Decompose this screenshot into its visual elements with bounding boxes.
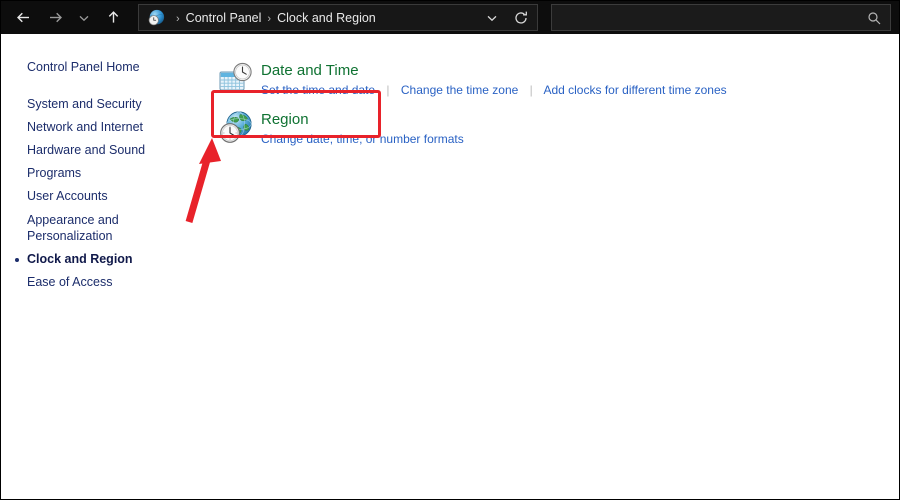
category-links-date-and-time: Set the time and date | Change the time … bbox=[261, 83, 727, 98]
content-area: Control Panel Home System and Security N… bbox=[1, 34, 899, 499]
category-list: Date and Time Set the time and date | Ch… bbox=[201, 34, 899, 499]
sidebar-item-programs[interactable]: Programs bbox=[1, 162, 201, 185]
date-and-time-icon bbox=[219, 62, 252, 91]
search-icon[interactable] bbox=[867, 11, 881, 25]
title-bar: › Control Panel › Clock and Region bbox=[1, 1, 899, 34]
sidebar-item-user-accounts[interactable]: User Accounts bbox=[1, 185, 201, 208]
breadcrumb-item-clock-and-region[interactable]: Clock and Region bbox=[277, 11, 376, 25]
sidebar-item-system-and-security[interactable]: System and Security bbox=[1, 93, 201, 116]
sidebar-item-appearance-and-personalization[interactable]: Appearance and Personalization bbox=[1, 208, 201, 248]
chevron-down-icon[interactable] bbox=[71, 4, 97, 32]
category-links-region: Change date, time, or number formats bbox=[261, 132, 464, 147]
address-bar[interactable]: › Control Panel › Clock and Region bbox=[138, 4, 538, 31]
link-add-clocks-for-different-time-zones[interactable]: Add clocks for different time zones bbox=[543, 83, 726, 97]
sidebar-item-hardware-and-sound[interactable]: Hardware and Sound bbox=[1, 139, 201, 162]
sidebar-item-ease-of-access[interactable]: Ease of Access bbox=[1, 271, 201, 294]
region-globe-clock-icon bbox=[220, 111, 252, 143]
breadcrumb: › Control Panel › Clock and Region bbox=[170, 11, 376, 25]
back-arrow-icon[interactable] bbox=[7, 4, 39, 32]
navigation-buttons bbox=[1, 1, 129, 34]
sidebar: Control Panel Home System and Security N… bbox=[1, 34, 201, 294]
sidebar-item-clock-and-region: Clock and Region bbox=[1, 248, 201, 271]
address-bar-actions bbox=[479, 5, 537, 30]
category-body: Date and Time Set the time and date | Ch… bbox=[261, 61, 727, 98]
sidebar-item-control-panel-home[interactable]: Control Panel Home bbox=[1, 56, 201, 79]
breadcrumb-separator-0: › bbox=[176, 12, 180, 25]
sidebar-item-network-and-internet[interactable]: Network and Internet bbox=[1, 116, 201, 139]
forward-arrow-icon[interactable] bbox=[39, 4, 71, 32]
category-title-region[interactable]: Region bbox=[261, 111, 309, 129]
clock-region-icon bbox=[148, 9, 165, 25]
category-body: Region Change date, time, or number form… bbox=[261, 110, 464, 147]
search-box[interactable] bbox=[551, 4, 891, 31]
refresh-icon[interactable] bbox=[505, 4, 537, 32]
breadcrumb-separator-1: › bbox=[267, 12, 272, 25]
category-region: Region Change date, time, or number form… bbox=[219, 110, 464, 147]
link-change-the-time-zone[interactable]: Change the time zone bbox=[401, 83, 518, 97]
address-chevron-down-icon[interactable] bbox=[479, 4, 505, 32]
breadcrumb-item-control-panel[interactable]: Control Panel bbox=[186, 11, 262, 25]
link-divider: | bbox=[529, 83, 533, 97]
link-change-date-time-or-number-formats[interactable]: Change date, time, or number formats bbox=[261, 132, 464, 146]
link-divider: | bbox=[386, 83, 390, 97]
up-arrow-icon[interactable] bbox=[97, 4, 129, 32]
link-set-the-time-and-date[interactable]: Set the time and date bbox=[261, 83, 375, 97]
category-date-and-time: Date and Time Set the time and date | Ch… bbox=[219, 61, 727, 98]
category-title-date-and-time[interactable]: Date and Time bbox=[261, 62, 359, 80]
control-panel-window: › Control Panel › Clock and Region Contr… bbox=[0, 0, 900, 500]
